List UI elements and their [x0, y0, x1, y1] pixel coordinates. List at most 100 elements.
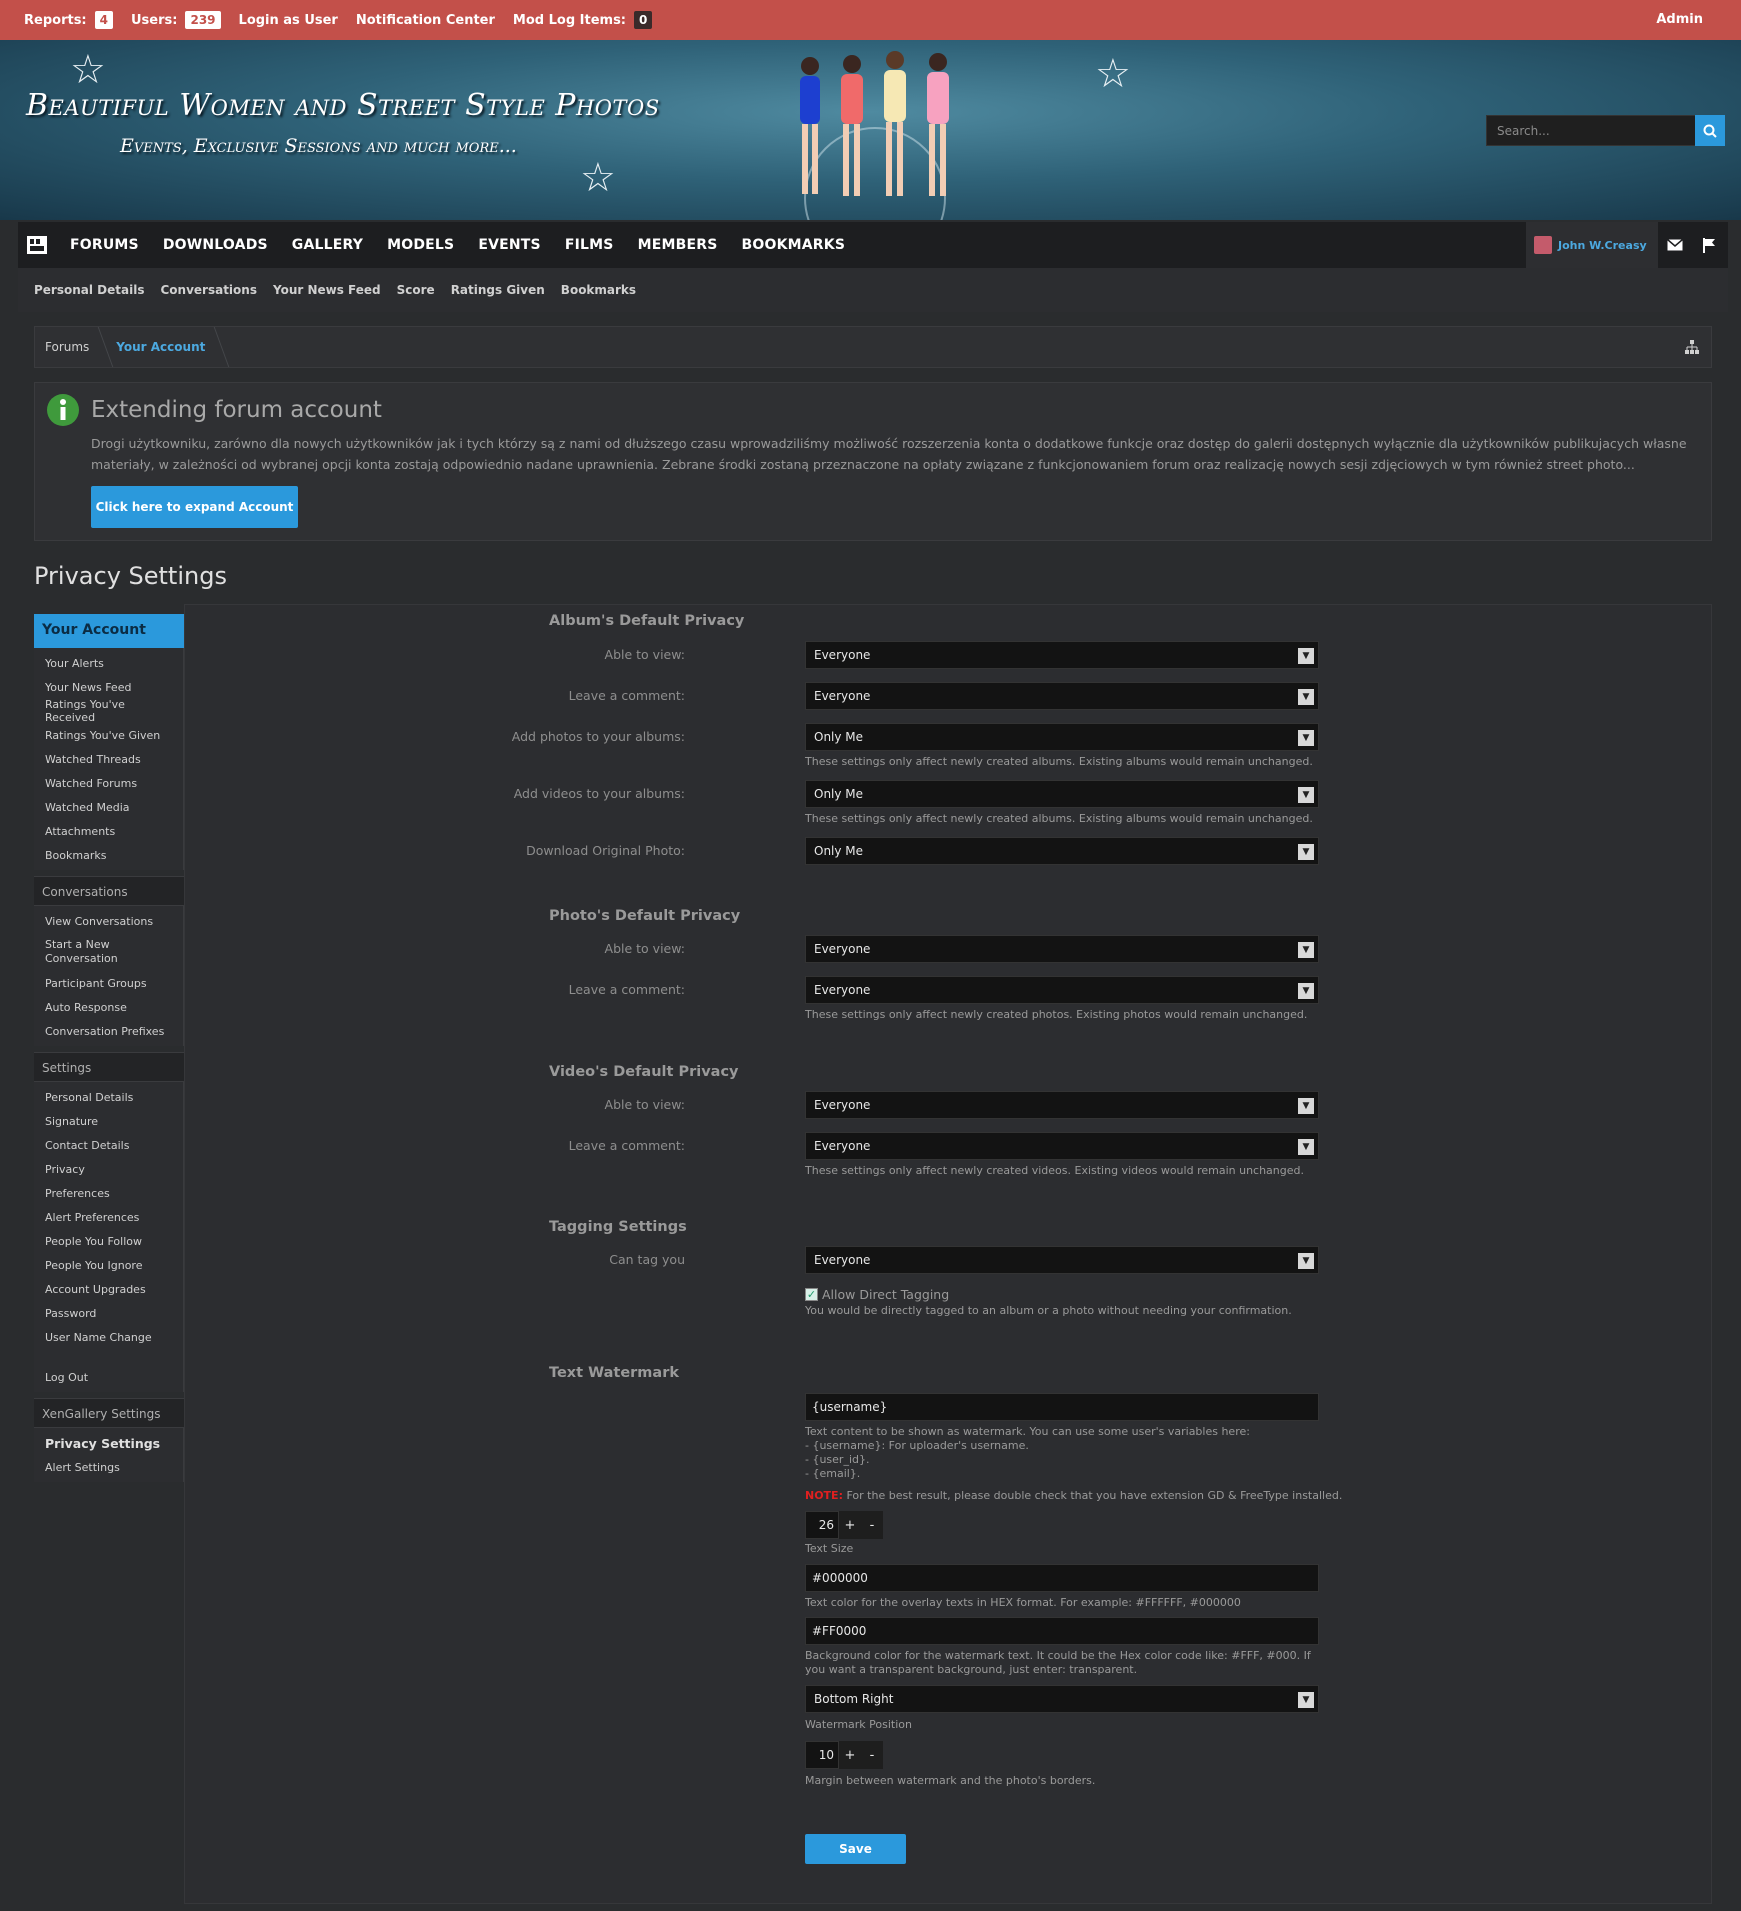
sidebar-item-privacy[interactable]: Privacy: [34, 1157, 183, 1181]
sidebar-item-contact-details[interactable]: Contact Details: [34, 1133, 183, 1157]
nav-tab-events[interactable]: EVENTS: [478, 237, 541, 253]
video-view-value: Everyone: [814, 1098, 871, 1112]
tag-select[interactable]: Everyone ▼: [805, 1246, 1319, 1274]
mod-log-label: Mod Log Items:: [512, 12, 627, 28]
nav-tab-films[interactable]: FILMS: [565, 237, 614, 253]
inbox-icon[interactable]: [1658, 222, 1692, 268]
sidebar-item-auto-response[interactable]: Auto Response: [34, 995, 183, 1019]
user-menu[interactable]: John W.Creasy: [1526, 222, 1658, 268]
admin-link[interactable]: Admin: [1656, 12, 1703, 27]
sidebar-item-participant-groups[interactable]: Participant Groups: [34, 971, 183, 995]
admin-bar: Reports: 4 Users: 239 Login as User Notifi…: [0, 0, 1741, 40]
sidebar-item-view-conversations[interactable]: View Conversations: [34, 909, 183, 933]
text-size-label: Text Size: [805, 1542, 854, 1555]
album-add-photos-value: Only Me: [814, 730, 864, 744]
sidebar-item-ratings-received[interactable]: Ratings You've Received: [34, 698, 183, 724]
reports-link[interactable]: Reports: 4: [24, 11, 113, 29]
notification-center-link[interactable]: Notification Center: [356, 13, 495, 28]
sidebar-item-alert-preferences[interactable]: Alert Preferences: [34, 1205, 183, 1229]
login-as-user-link[interactable]: Login as User: [239, 13, 338, 28]
nav-tab-gallery[interactable]: GALLERY: [292, 237, 363, 253]
subnav-ratings-given[interactable]: Ratings Given: [451, 283, 545, 297]
watermark-text-input[interactable]: {username}: [805, 1393, 1319, 1421]
mod-log-link[interactable]: Mod Log Items: 0: [512, 11, 653, 29]
sidebar-head-conversations[interactable]: Conversations: [34, 876, 184, 906]
video-view-select[interactable]: Everyone ▼: [805, 1091, 1319, 1119]
page-title: Privacy Settings: [34, 562, 227, 590]
home-logo-icon[interactable]: [18, 222, 56, 268]
subnav-conversations[interactable]: Conversations: [160, 283, 257, 297]
nav-tab-models[interactable]: MODELS: [387, 237, 454, 253]
section-heading-watermark: Text Watermark: [549, 1365, 679, 1381]
nav-tab-downloads[interactable]: DOWNLOADS: [163, 237, 268, 253]
album-add-photos-label: Add photos to your albums:: [511, 729, 685, 744]
sidebar-item-bookmarks[interactable]: Bookmarks: [34, 843, 183, 867]
album-comment-select[interactable]: Everyone ▼: [805, 682, 1319, 710]
sidebar-item-signature[interactable]: Signature: [34, 1109, 183, 1133]
watermark-explain-line: - {user_id}.: [805, 1453, 870, 1466]
sidebar-item-account-upgrades[interactable]: Account Upgrades: [34, 1277, 183, 1301]
sidebar-item-people-you-follow[interactable]: People You Follow: [34, 1229, 183, 1253]
sidebar-item-privacy-settings[interactable]: Privacy Settings: [34, 1431, 183, 1455]
sidebar-item-personal-details[interactable]: Personal Details: [34, 1085, 183, 1109]
album-add-videos-select[interactable]: Only Me ▼: [805, 780, 1319, 808]
margin-decrement-button[interactable]: -: [861, 1741, 883, 1769]
chevron-down-icon: ▼: [1298, 1098, 1314, 1114]
chevron-down-icon: ▼: [1298, 942, 1314, 958]
sidebar-item-people-you-ignore[interactable]: People You Ignore: [34, 1253, 183, 1277]
margin-input[interactable]: 10: [805, 1741, 839, 1769]
nav-tab-members[interactable]: MEMBERS: [638, 237, 718, 253]
sidebar-item-ratings-given[interactable]: Ratings You've Given: [34, 723, 183, 747]
subnav-personal-details[interactable]: Personal Details: [34, 283, 144, 297]
sidebar-item-start-conversation[interactable]: Start a New Conversation: [34, 933, 144, 971]
sidebar-item-log-out[interactable]: Log Out: [34, 1365, 183, 1389]
sidebar-item-your-news-feed[interactable]: Your News Feed: [34, 675, 183, 699]
video-comment-select[interactable]: Everyone ▼: [805, 1132, 1319, 1160]
text-size-decrement-button[interactable]: -: [861, 1511, 883, 1539]
save-button[interactable]: Save: [805, 1834, 906, 1864]
sidebar-item-password[interactable]: Password: [34, 1301, 183, 1325]
sidebar-item-conversation-prefixes[interactable]: Conversation Prefixes: [34, 1019, 183, 1043]
breadcrumb-your-account[interactable]: Your Account: [106, 327, 221, 367]
sidebar-item-preferences[interactable]: Preferences: [34, 1181, 183, 1205]
nav-tab-bookmarks[interactable]: BOOKMARKS: [742, 237, 846, 253]
sidebar-item-alert-settings[interactable]: Alert Settings: [34, 1455, 183, 1479]
album-add-photos-select[interactable]: Only Me ▼: [805, 723, 1319, 751]
search-button[interactable]: [1695, 115, 1725, 146]
sidebar-item-watched-media[interactable]: Watched Media: [34, 795, 183, 819]
sidebar-head-xengallery-settings[interactable]: XenGallery Settings: [34, 1398, 184, 1428]
text-color-input[interactable]: #000000: [805, 1564, 1319, 1592]
text-size-increment-button[interactable]: +: [839, 1511, 861, 1539]
margin-increment-button[interactable]: +: [839, 1741, 861, 1769]
sidebar-item-watched-forums[interactable]: Watched Forums: [34, 771, 183, 795]
breadcrumb-forums[interactable]: Forums: [35, 327, 105, 367]
subnav-news-feed[interactable]: Your News Feed: [273, 283, 381, 297]
sitemap-icon[interactable]: [1685, 339, 1699, 358]
album-view-select[interactable]: Everyone ▼: [805, 641, 1319, 669]
sidebar-head-settings[interactable]: Settings: [34, 1052, 184, 1082]
photo-comment-select[interactable]: Everyone ▼: [805, 976, 1319, 1004]
avatar: [1534, 236, 1552, 254]
allow-direct-tagging-checkbox[interactable]: ✓ Allow Direct Tagging: [805, 1287, 949, 1302]
watermark-position-select[interactable]: Bottom Right ▼: [805, 1685, 1319, 1713]
text-size-input[interactable]: 26: [805, 1511, 839, 1539]
sidebar-head-your-account[interactable]: Your Account: [34, 614, 184, 648]
expand-account-button[interactable]: Click here to expand Account: [91, 486, 298, 528]
sidebar-item-user-name-change[interactable]: User Name Change: [34, 1325, 183, 1349]
nav-tab-forums[interactable]: FORUMS: [70, 237, 139, 253]
sidebar-item-attachments[interactable]: Attachments: [34, 819, 183, 843]
photo-view-select[interactable]: Everyone ▼: [805, 935, 1319, 963]
account-sidebar: Your Account Your Alerts Your News Feed …: [34, 614, 184, 1866]
site-title[interactable]: Beautiful Women and Street Style Photos: [26, 88, 660, 123]
search-input[interactable]: Search...: [1486, 115, 1709, 146]
subnav-bookmarks[interactable]: Bookmarks: [561, 283, 636, 297]
album-download-select[interactable]: Only Me ▼: [805, 837, 1319, 865]
users-link[interactable]: Users: 239: [131, 11, 221, 29]
sidebar-item-your-alerts[interactable]: Your Alerts: [34, 651, 183, 675]
background-color-input[interactable]: #FF0000: [805, 1617, 1319, 1645]
alerts-flag-icon[interactable]: [1692, 222, 1726, 268]
sidebar-item-watched-threads[interactable]: Watched Threads: [34, 747, 183, 771]
background-color-explain: Background color for the watermark text.…: [805, 1649, 1311, 1676]
note-label: NOTE:: [805, 1489, 843, 1502]
subnav-score[interactable]: Score: [397, 283, 435, 297]
